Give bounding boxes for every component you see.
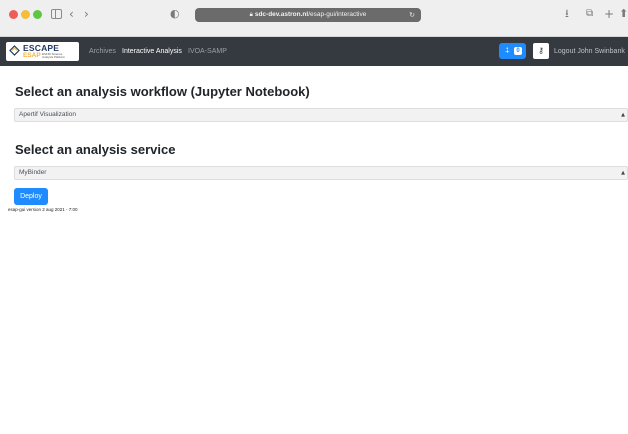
cart-count-badge: 0	[514, 47, 522, 55]
privacy-shield-icon[interactable]: ◐	[170, 3, 180, 25]
new-tab-icon[interactable]: +	[604, 3, 614, 25]
escape-esap-logo[interactable]: ESCAPE ESAP ESFRI Science Analysis Platf…	[6, 42, 79, 61]
cart-button[interactable]: ⨢ 0	[499, 43, 526, 59]
download-icon[interactable]: ⭳	[565, 3, 569, 25]
address-bar[interactable]: 🔒︎ sdc-dev.astron.nl/esap-gui/interactive…	[195, 8, 421, 22]
share-icon[interactable]: ⬆	[619, 3, 628, 25]
workflow-selected-value: Apertif Visualization	[19, 111, 76, 118]
tab-overview-icon[interactable]: ⧉	[586, 3, 593, 25]
cart-icon: ⨢	[505, 46, 510, 55]
service-heading: Select an analysis service	[15, 142, 176, 157]
select-arrows-icon: ▲	[621, 112, 625, 118]
reload-icon[interactable]: ↻	[409, 8, 415, 22]
logout-link[interactable]: Logout John Swinbank	[554, 37, 625, 66]
close-window-button[interactable]	[9, 10, 18, 19]
escape-emblem-icon	[9, 45, 20, 56]
workflow-heading: Select an analysis workflow (Jupyter Not…	[15, 84, 310, 99]
nav-interactive-analysis[interactable]: Interactive Analysis	[122, 37, 182, 66]
deploy-button[interactable]: Deploy	[14, 188, 48, 205]
brand-esap-text: ESAP	[23, 52, 41, 59]
select-arrows-icon: ▲	[621, 170, 625, 176]
nav-ivoa-samp[interactable]: IVOA-SAMP	[188, 37, 227, 66]
brand-tagline: ESFRI Science Analysis Platform	[42, 52, 66, 59]
back-icon[interactable]: ‹	[69, 3, 74, 25]
forward-icon[interactable]: ›	[84, 3, 89, 25]
lock-icon: 🔒︎	[249, 11, 253, 18]
key-icon[interactable]: ⚷	[533, 43, 549, 59]
version-text: esap-gui version 2 aug 2021 - 7:00	[8, 207, 78, 212]
zoom-window-button[interactable]	[33, 10, 42, 19]
url-host: sdc-dev.astron.nl	[254, 11, 309, 18]
browser-toolbar: ‹ › ◐ 🔒︎ sdc-dev.astron.nl/esap-gui/inter…	[0, 0, 628, 37]
service-select[interactable]: MyBinder ▲	[14, 166, 628, 180]
nav-archives[interactable]: Archives	[89, 37, 116, 66]
workflow-select[interactable]: Apertif Visualization ▲	[14, 108, 628, 122]
url-path: /esap-gui/interactive	[308, 11, 367, 18]
minimize-window-button[interactable]	[21, 10, 30, 19]
sidebar-toggle-icon[interactable]	[51, 9, 62, 19]
service-selected-value: MyBinder	[19, 169, 47, 176]
